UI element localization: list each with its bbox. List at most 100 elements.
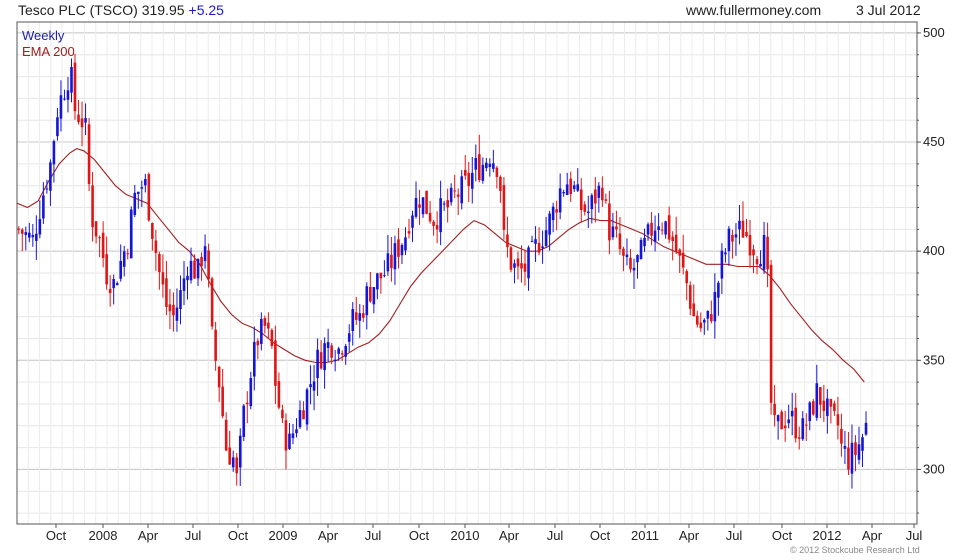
candle-body	[119, 260, 123, 279]
candle-body	[326, 342, 330, 348]
candle-body	[309, 384, 312, 388]
x-tick-label: Jul	[185, 528, 202, 543]
candle-body	[80, 118, 84, 128]
candle-body	[105, 254, 108, 285]
y-tick-label: 450	[923, 134, 945, 149]
candle-body	[136, 191, 140, 194]
candle-body	[653, 230, 657, 242]
candle-body	[245, 402, 249, 405]
candle-body	[506, 234, 509, 248]
candle-body	[203, 246, 207, 261]
candle-body	[435, 225, 439, 230]
candle-body	[576, 184, 580, 191]
candle-body	[541, 246, 544, 249]
candle-body	[488, 163, 492, 168]
legend-weekly: Weekly	[22, 28, 65, 43]
candle-body	[604, 199, 608, 201]
candle-body	[551, 206, 555, 221]
candle-body	[520, 263, 523, 269]
candle-body	[312, 381, 316, 391]
candle-body	[337, 348, 340, 354]
candle-body	[695, 315, 699, 325]
candle-body	[467, 172, 471, 187]
candle-body	[418, 204, 421, 208]
candle-body	[861, 437, 864, 451]
candle-body	[91, 185, 94, 228]
candle-body	[674, 234, 678, 252]
candle-body	[17, 228, 21, 230]
candle-body	[281, 409, 284, 419]
candle-body	[172, 304, 175, 316]
candle-body	[168, 304, 172, 312]
candle-body	[590, 195, 594, 210]
candle-body	[516, 258, 520, 267]
candle-body	[386, 253, 390, 272]
candle-body	[854, 442, 857, 455]
candle-body	[864, 422, 868, 435]
candle-body	[298, 410, 302, 428]
candle-body	[446, 200, 449, 208]
candle-body	[738, 220, 741, 230]
candle-body	[699, 322, 703, 329]
candle-body	[45, 188, 49, 190]
candlestick-series	[17, 53, 868, 489]
candle-body	[787, 419, 790, 424]
x-axis: Oct 2008 Apr Jul Oct 2009 Apr Jul Oct 2010 Apr Jul O…	[46, 524, 923, 543]
candle-body	[210, 278, 214, 327]
candle-body	[502, 185, 506, 230]
candle-body	[819, 387, 822, 405]
candle-body	[393, 243, 397, 270]
candle-body	[354, 312, 358, 320]
candle-body	[636, 254, 639, 263]
candle-body	[692, 303, 696, 317]
candle-body	[267, 322, 270, 329]
candle-body	[411, 215, 414, 228]
candle-body	[369, 286, 372, 302]
candle-body	[706, 310, 710, 319]
candle-body	[224, 419, 228, 451]
candle-body	[759, 263, 762, 267]
candle-body	[284, 420, 288, 451]
candle-body	[129, 209, 133, 259]
candle-body	[681, 252, 685, 268]
candle-body	[383, 275, 386, 277]
candle-body	[175, 307, 179, 321]
candle-body	[397, 239, 400, 257]
candle-body	[752, 249, 755, 256]
candle-body	[632, 267, 636, 271]
candle-body	[274, 340, 277, 386]
candle-body	[87, 124, 91, 185]
y-tick-label: 500	[923, 25, 945, 40]
candle-body	[594, 189, 597, 204]
candle-body	[579, 189, 583, 210]
candle-body	[808, 402, 812, 422]
candle-body	[98, 237, 101, 239]
candle-body	[748, 235, 752, 256]
candle-body	[724, 252, 727, 255]
candle-body	[291, 433, 295, 439]
y-tick-label: 350	[923, 352, 945, 367]
candle-body	[221, 386, 224, 417]
candle-body	[850, 442, 854, 474]
chart-grid	[16, 22, 917, 524]
candle-body	[49, 162, 52, 191]
legend: Weekly EMA 200	[22, 28, 75, 60]
x-tick-label: Jul	[906, 528, 923, 543]
candle-body	[305, 389, 309, 425]
candle-body	[35, 233, 38, 241]
candle-body	[122, 251, 126, 267]
candle-body	[664, 221, 667, 235]
candle-body	[815, 383, 819, 418]
candle-body	[31, 235, 35, 238]
legend-ema: EMA 200	[22, 44, 75, 59]
candle-body	[797, 437, 801, 439]
candle-body	[660, 229, 664, 231]
candle-body	[94, 221, 98, 237]
candle-body	[463, 169, 467, 176]
candle-body	[745, 231, 748, 237]
x-tick-label: 2009	[269, 528, 298, 543]
x-tick-label: Oct	[228, 528, 249, 543]
x-tick-label: Oct	[772, 528, 793, 543]
candle-body	[20, 229, 24, 234]
copyright-notice: © 2012 Stockcube Research Ltd	[790, 545, 920, 555]
